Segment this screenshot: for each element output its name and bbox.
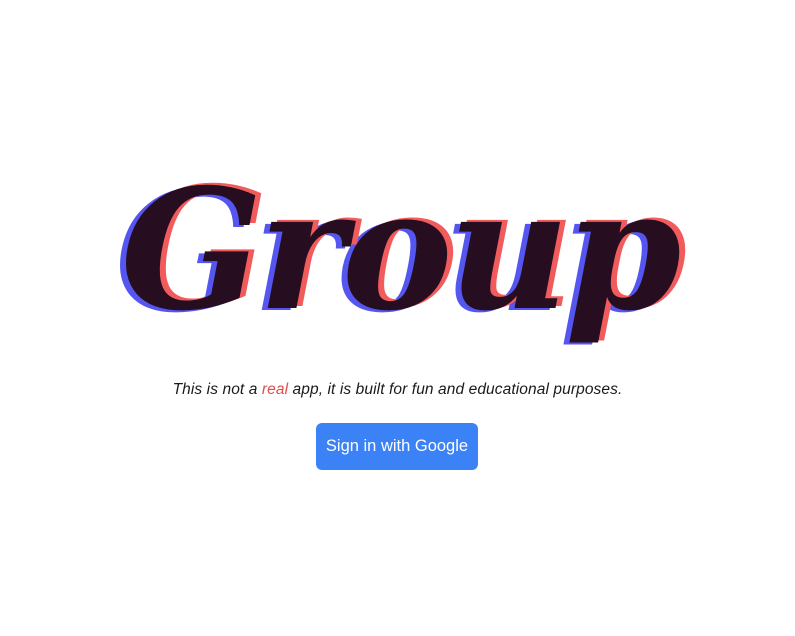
- sign-in-with-google-button[interactable]: Sign in with Google: [316, 423, 478, 470]
- logo-text: Group: [121, 168, 680, 348]
- disclaimer-highlight: real: [261, 381, 289, 398]
- group-logo: Group Group Group: [0, 168, 795, 358]
- disclaimer-text: This is not a real app, it is built for …: [0, 381, 795, 399]
- disclaimer-text-end: app, it is built for fun and educational…: [288, 381, 623, 398]
- disclaimer-text-start: This is not a: [172, 381, 262, 398]
- group-logo-graphic: Group Group Group: [115, 168, 690, 350]
- login-page: Group Group Group This is not a real app…: [0, 0, 795, 636]
